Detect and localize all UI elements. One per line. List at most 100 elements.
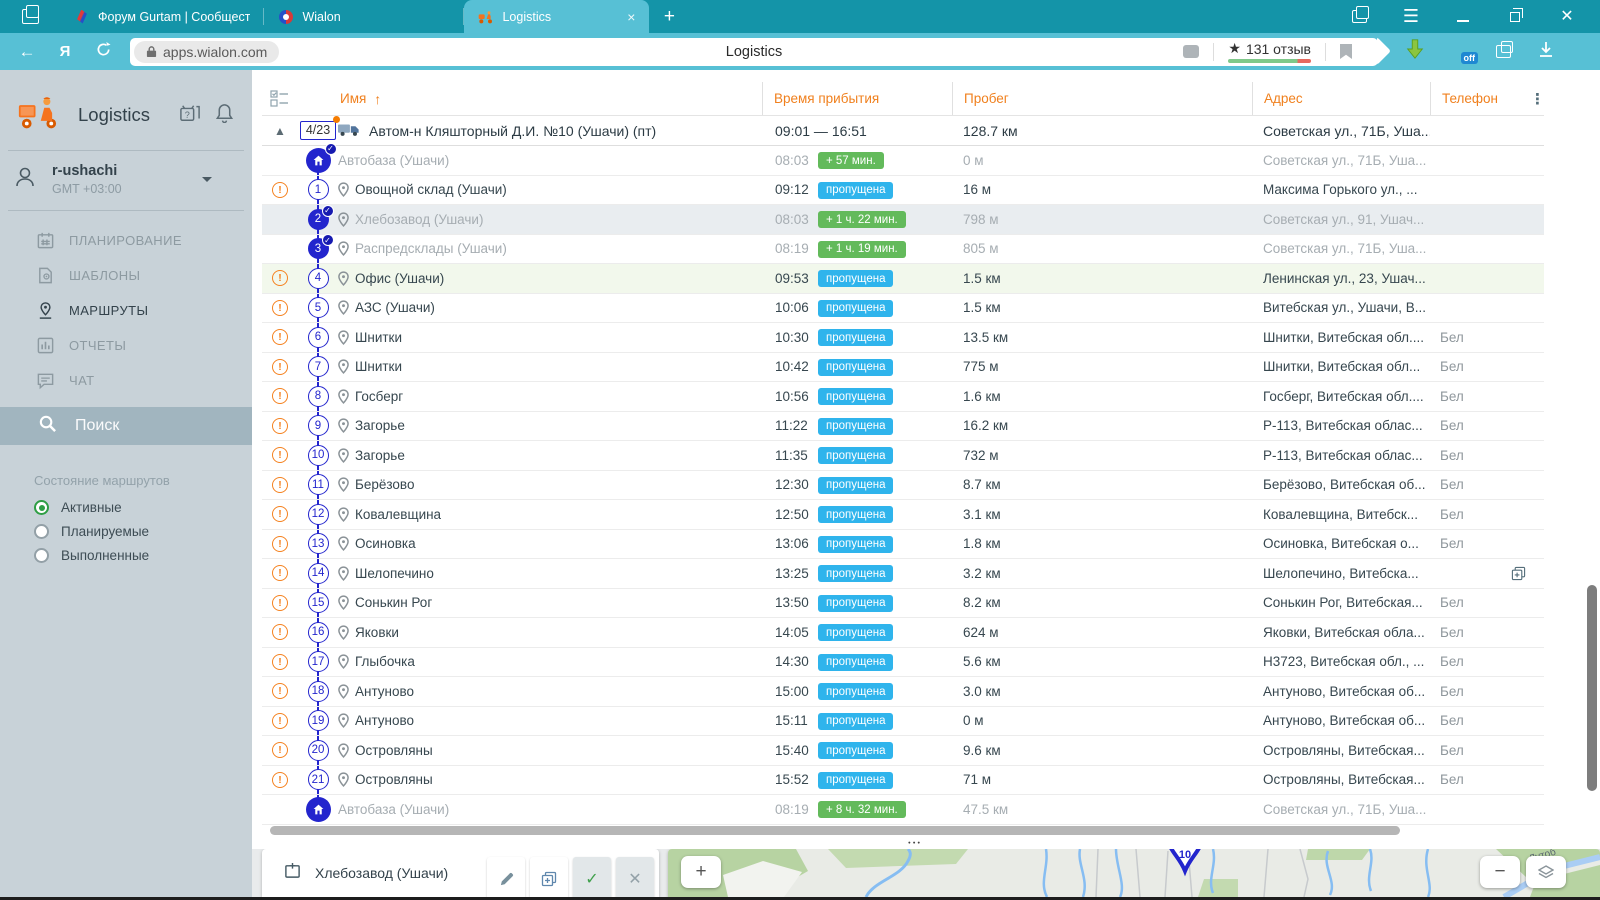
sidebar-menu: ПЛАНИРОВАНИЕ ШАБЛОНЫ МАРШРУТЫОТЧЕТЫЧАТ bbox=[0, 211, 252, 398]
bell-icon[interactable] bbox=[215, 102, 234, 128]
waypoint-detail-card[interactable]: Хлебозавод (Ушачи) ✓ ✕ bbox=[262, 849, 659, 897]
address-value: Н3723, Витебская обл., ... bbox=[1252, 654, 1430, 669]
search-input[interactable] bbox=[73, 416, 223, 436]
column-header-address[interactable]: Адрес bbox=[1252, 82, 1430, 115]
waypoint-row[interactable]: !15Сонькин Рог13:50пропущена8.2 кмСоньки… bbox=[262, 589, 1544, 619]
waypoint-row[interactable]: !8Госберг10:56пропущена1.6 кмГосберг, Ви… bbox=[262, 382, 1544, 412]
tab-forum-gurtam[interactable]: Форум Gurtam | Сообщест bbox=[60, 0, 264, 33]
warning-icon: ! bbox=[272, 742, 288, 758]
warning-icon: ! bbox=[272, 683, 288, 699]
waypoint-row[interactable]: !19Антуново15:11пропущена0 мАнтуново, Ви… bbox=[262, 707, 1544, 737]
waypoint-row[interactable]: !7Шнитки10:42пропущена775 мШнитки, Витеб… bbox=[262, 353, 1544, 383]
map-zoom-in-button[interactable]: + bbox=[681, 856, 721, 888]
new-tab-button[interactable]: + bbox=[649, 0, 689, 33]
window-close-button[interactable]: ✕ bbox=[1556, 6, 1578, 28]
mileage-value: 5.6 км bbox=[952, 654, 1252, 669]
reload-button[interactable] bbox=[84, 42, 122, 62]
yandex-button[interactable]: Я bbox=[46, 43, 84, 60]
warning-icon: ! bbox=[272, 595, 288, 611]
tab-label: Logistics bbox=[502, 10, 551, 24]
close-button[interactable]: ✕ bbox=[616, 857, 654, 897]
arrival-time: 12:30 bbox=[762, 477, 814, 492]
waypoint-row[interactable]: 2✓Хлебозавод (Ушачи)08:03+ 1 ч. 22 мин.7… bbox=[262, 205, 1544, 235]
horizontal-scrollbar[interactable] bbox=[270, 826, 1400, 835]
sidebar-item-planning[interactable]: ПЛАНИРОВАНИЕ bbox=[0, 223, 252, 258]
vertical-scrollbar[interactable] bbox=[1587, 585, 1597, 791]
column-header-mileage[interactable]: Пробег bbox=[952, 82, 1252, 115]
visited-check-icon: ✓ bbox=[322, 205, 334, 217]
waypoint-row[interactable]: !18Антуново15:00пропущена3.0 кмАнтуново,… bbox=[262, 677, 1544, 707]
window-restore-button[interactable] bbox=[1504, 6, 1526, 28]
tab-wialon[interactable]: Wialon bbox=[264, 0, 464, 33]
depot-row[interactable]: Автобаза (Ушачи)08:19+ 8 ч. 32 мин.47.5 … bbox=[262, 795, 1544, 825]
phone-value: Бел bbox=[1440, 536, 1464, 551]
waypoint-row[interactable]: !10Загорье11:35пропущена732 мР-113, Вите… bbox=[262, 441, 1544, 471]
extensions-icon[interactable] bbox=[1496, 45, 1511, 58]
search-band[interactable] bbox=[0, 407, 252, 445]
collapse-icon[interactable]: ▲ bbox=[262, 124, 298, 138]
savefrom-icon[interactable] bbox=[1404, 38, 1426, 65]
status-badge: пропущена bbox=[818, 506, 893, 523]
depot-row[interactable]: ✓Автобаза (Ушачи)08:03+ 57 мин.0 мСоветс… bbox=[262, 146, 1544, 176]
status-badge: пропущена bbox=[818, 536, 893, 553]
route-header-row[interactable]: ▲ 4/23 Автом-н Кляшторный Д.И. №10 (Ушач… bbox=[262, 116, 1544, 146]
chat-icon bbox=[36, 371, 55, 390]
tab-close-icon[interactable]: × bbox=[613, 9, 635, 25]
collections-icon[interactable] bbox=[1348, 6, 1370, 28]
column-header-phone[interactable]: Телефон bbox=[1430, 82, 1530, 115]
waypoint-row[interactable]: !1Овощной склад (Ушачи)09:12пропущена16 … bbox=[262, 176, 1544, 206]
sidebar-item-label: ШАБЛОНЫ bbox=[69, 268, 140, 283]
waypoint-row[interactable]: !13Осиновка13:06пропущена1.8 кмОсиновка,… bbox=[262, 530, 1544, 560]
url-bar[interactable]: apps.wialon.com Logistics ★131 отзыв bbox=[130, 38, 1378, 66]
tab-logistics[interactable]: Logistics × bbox=[464, 0, 649, 33]
sidebar-item-templates[interactable]: ШАБЛОНЫ bbox=[0, 258, 252, 293]
columns-menu-icon[interactable]: ⋮ bbox=[1530, 82, 1544, 115]
column-header-arrival[interactable]: Время прибытия bbox=[762, 82, 952, 115]
mileage-value: 16 м bbox=[952, 182, 1252, 197]
waypoint-row[interactable]: !17Глыбочка14:30пропущена5.6 кмН3723, Ви… bbox=[262, 648, 1544, 678]
waypoint-row[interactable]: !12Ковалевщина12:50пропущена3.1 кмКовале… bbox=[262, 500, 1544, 530]
copy-button[interactable] bbox=[530, 857, 568, 897]
status-badge: пропущена bbox=[818, 713, 893, 730]
url-chip[interactable]: apps.wialon.com bbox=[134, 41, 279, 63]
browser-menu-icon[interactable]: ☰ bbox=[1400, 6, 1422, 28]
table-header: Имя↑ Время прибытия Пробег Адрес Телефон… bbox=[262, 82, 1544, 116]
route-state-option[interactable]: Выполненные bbox=[34, 548, 252, 563]
tab-panel-icon[interactable] bbox=[0, 0, 60, 33]
waypoint-row[interactable]: !5АЗС (Ушачи)10:06пропущена1.5 кмВитебск… bbox=[262, 294, 1544, 324]
waypoint-row[interactable]: !11Берёзово12:30пропущена8.7 кмБерёзово,… bbox=[262, 471, 1544, 501]
confirm-button[interactable]: ✓ bbox=[573, 857, 611, 897]
downloads-icon[interactable] bbox=[1537, 40, 1555, 63]
window-minimize-button[interactable] bbox=[1452, 6, 1474, 28]
map-layers-button[interactable] bbox=[1526, 856, 1566, 888]
sidebar-item-chat[interactable]: ЧАТ bbox=[0, 363, 252, 398]
waypoint-row[interactable]: 3✓Распредсклады (Ушачи)08:19+ 1 ч. 19 ми… bbox=[262, 235, 1544, 265]
column-header-name[interactable]: Имя↑ bbox=[338, 82, 762, 115]
adblock-off-icon[interactable]: off bbox=[1452, 42, 1470, 62]
waypoint-row[interactable]: !9Загорье11:22пропущена16.2 кмР-113, Вит… bbox=[262, 412, 1544, 442]
map[interactable]: Лутоб 10 + − bbox=[668, 849, 1600, 897]
sidebar-item-routes[interactable]: МАРШРУТЫ bbox=[0, 293, 252, 328]
waypoint-row[interactable]: !14Шелопечино13:25пропущена3.2 кмШелопеч… bbox=[262, 559, 1544, 589]
sidebar-item-reports[interactable]: ОТЧЕТЫ bbox=[0, 328, 252, 363]
help-icon[interactable]: ? bbox=[179, 103, 201, 128]
map-zoom-out-button[interactable]: − bbox=[1480, 856, 1520, 888]
copy-waypoint-icon[interactable] bbox=[1511, 566, 1526, 581]
reviews-rating[interactable]: ★131 отзыв bbox=[1228, 40, 1311, 63]
waypoint-row[interactable]: !16Яковки14:05пропущена624 мЯковки, Вите… bbox=[262, 618, 1544, 648]
warning-icon: ! bbox=[272, 270, 288, 286]
back-button[interactable]: ← bbox=[8, 42, 46, 62]
select-rows-icon[interactable] bbox=[262, 82, 338, 115]
resize-handle[interactable] bbox=[908, 836, 922, 847]
route-state-option[interactable]: Планируемые bbox=[34, 524, 252, 539]
user-account[interactable]: r-ushachi GMT +03:00 bbox=[0, 151, 252, 196]
warning-icon: ! bbox=[272, 713, 288, 729]
route-state-option[interactable]: Активные bbox=[34, 500, 252, 515]
bookmark-icon[interactable] bbox=[1340, 44, 1352, 59]
comment-icon[interactable] bbox=[1183, 45, 1199, 58]
waypoint-row[interactable]: !20Островляны15:40пропущена9.6 кмОстровл… bbox=[262, 736, 1544, 766]
edit-button[interactable] bbox=[487, 857, 525, 897]
waypoint-row[interactable]: !21Островляны15:52пропущена71 мОстровлян… bbox=[262, 766, 1544, 796]
waypoint-row[interactable]: !4Офис (Ушачи)09:53пропущена1.5 кмЛенинс… bbox=[262, 264, 1544, 294]
waypoint-row[interactable]: !6Шнитки10:30пропущена13.5 кмШнитки, Вит… bbox=[262, 323, 1544, 353]
